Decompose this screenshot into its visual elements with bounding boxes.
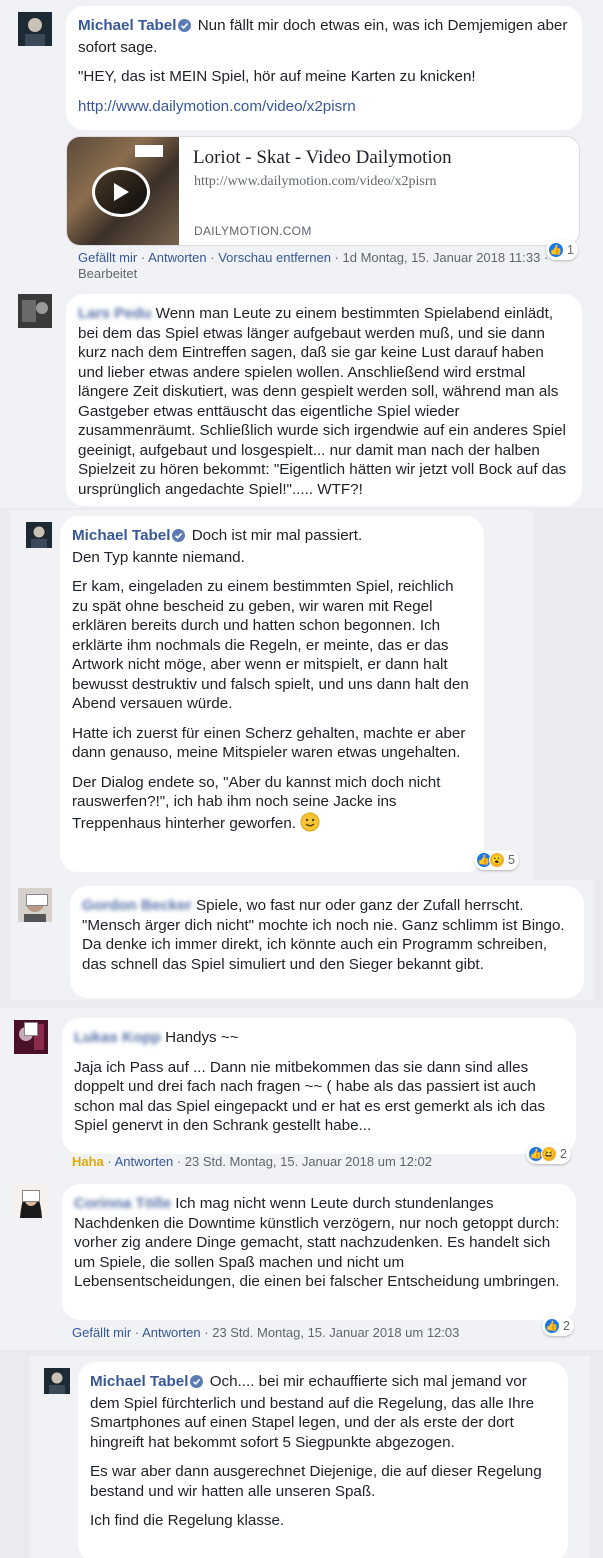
link-preview-card[interactable]: Loriot - Skat - Video Dailymotion http:/… bbox=[66, 136, 580, 246]
video-thumbnail[interactable] bbox=[67, 137, 179, 245]
avatar[interactable] bbox=[26, 522, 52, 548]
comment-meta: Gefällt mir · Antworten · Vorschau entfe… bbox=[78, 250, 549, 281]
preview-url: http://www.dailymotion.com/video/x2pisrn bbox=[194, 174, 437, 189]
edited-label: Bearbeitet bbox=[78, 266, 138, 281]
reaction-summary[interactable]: 👍 😮 5 bbox=[474, 850, 519, 870]
comment-text: Er kam, eingeladen zu einem bestimmten S… bbox=[72, 578, 469, 712]
wow-icon: 😮 bbox=[489, 852, 505, 868]
comment-bubble: Michael Tabel Och.... bei mir echauffier… bbox=[78, 1362, 568, 1558]
verified-badge-icon bbox=[172, 528, 186, 548]
reaction-summary[interactable]: 👍 😆 2 bbox=[526, 1144, 571, 1164]
author-name[interactable]: Lukas Kopp bbox=[74, 1029, 161, 1046]
smiley-emoji-icon bbox=[300, 812, 320, 832]
author-name[interactable]: Corinna Tölle bbox=[74, 1195, 171, 1212]
comment-text: Handys ~~ bbox=[165, 1029, 239, 1046]
comment-5: Lukas Kopp Handys ~~ Jaja ich Pass auf .… bbox=[0, 1008, 603, 1178]
comment-bubble: Lukas Kopp Handys ~~ Jaja ich Pass auf .… bbox=[62, 1018, 576, 1154]
haha-action[interactable]: Haha bbox=[72, 1154, 104, 1169]
author-name[interactable]: Michael Tabel bbox=[90, 1373, 188, 1390]
reply-action[interactable]: Antworten bbox=[148, 250, 207, 265]
comment-text: Hatte ich zuerst für einen Scherz gehalt… bbox=[72, 724, 466, 762]
avatar[interactable] bbox=[18, 12, 52, 46]
reaction-summary[interactable]: 👍 2 bbox=[542, 1316, 574, 1336]
comment-link[interactable]: http://www.dailymotion.com/video/x2pisrn bbox=[78, 98, 356, 115]
reaction-count: 5 bbox=[508, 853, 515, 867]
author-name[interactable]: Gordon Becker bbox=[82, 897, 192, 914]
comment-text: Wenn man Leute zu einem bestimmten Spiel… bbox=[78, 305, 567, 498]
avatar[interactable] bbox=[44, 1368, 70, 1394]
timestamp[interactable]: 23 Std. Montag, 15. Januar 2018 um 12:02 bbox=[185, 1154, 432, 1169]
preview-domain: DAILYMOTION.COM bbox=[194, 224, 312, 238]
comment-3: Michael Tabel Doch ist mir mal passiert.… bbox=[10, 510, 534, 880]
comment-text: Der Dialog endete so, "Aber du kannst mi… bbox=[72, 773, 441, 832]
author-name[interactable]: Lars Pedu bbox=[78, 305, 151, 322]
comment-text: "HEY, das ist MEIN Spiel, hör auf meine … bbox=[78, 68, 476, 85]
comment-meta: Gefällt mir · Antworten · 23 Std. Montag… bbox=[72, 1325, 460, 1340]
timestamp[interactable]: 23 Std. Montag, 15. Januar 2018 um 12:03 bbox=[212, 1325, 459, 1340]
comment-4: Gordon Becker Spiele, wo fast nur oder g… bbox=[10, 880, 594, 1000]
comment-bubble: Michael Tabel Doch ist mir mal passiert.… bbox=[60, 516, 484, 872]
comment-text: Ich find die Regelung klasse. bbox=[90, 1512, 285, 1529]
comment-text: Doch ist mir mal passiert. bbox=[191, 527, 363, 544]
reaction-count: 2 bbox=[563, 1319, 570, 1333]
reply-action[interactable]: Antworten bbox=[115, 1154, 174, 1169]
author-name[interactable]: Michael Tabel bbox=[78, 17, 176, 34]
comment-text: Den Typ kannte niemand. bbox=[72, 548, 245, 566]
haha-icon: 😆 bbox=[541, 1146, 557, 1162]
comment-7: Michael Tabel Och.... bei mir echauffier… bbox=[30, 1356, 590, 1558]
preview-title[interactable]: Loriot - Skat - Video Dailymotion bbox=[193, 147, 452, 169]
comment-bubble: Corinna Tölle Ich mag nicht wenn Leute d… bbox=[62, 1184, 576, 1320]
comment-text: Jaja ich Pass auf ... Dann nie mitbekomm… bbox=[74, 1058, 546, 1135]
comment-bubble: Lars Pedu Wenn man Leute zu einem bestim… bbox=[66, 294, 582, 506]
avatar[interactable] bbox=[18, 294, 52, 328]
comment-2: Lars Pedu Wenn man Leute zu einem bestim… bbox=[0, 286, 603, 508]
reaction-count: 2 bbox=[560, 1147, 567, 1161]
comment-6: Corinna Tölle Ich mag nicht wenn Leute d… bbox=[0, 1178, 603, 1350]
timestamp[interactable]: 1d Montag, 15. Januar 2018 11:33 bbox=[343, 250, 541, 265]
comment-bubble: Gordon Becker Spiele, wo fast nur oder g… bbox=[70, 886, 584, 998]
comment-text: Es war aber dann ausgerechnet Diejenige,… bbox=[90, 1463, 542, 1500]
comment-bubble: Michael Tabel Nun fällt mir doch etwas e… bbox=[66, 6, 582, 130]
verified-badge-icon bbox=[190, 1374, 204, 1394]
verified-badge-icon bbox=[178, 18, 192, 38]
comment-1: Michael Tabel Nun fällt mir doch etwas e… bbox=[0, 0, 603, 286]
like-action[interactable]: Gefällt mir bbox=[78, 250, 137, 265]
remove-preview-action[interactable]: Vorschau entfernen bbox=[218, 250, 331, 265]
like-action[interactable]: Gefällt mir bbox=[72, 1325, 131, 1340]
author-name[interactable]: Michael Tabel bbox=[72, 527, 170, 544]
like-icon: 👍 bbox=[544, 1318, 560, 1334]
reply-action[interactable]: Antworten bbox=[142, 1325, 201, 1340]
comment-meta: Haha · Antworten · 23 Std. Montag, 15. J… bbox=[72, 1154, 432, 1169]
play-icon[interactable] bbox=[92, 167, 150, 217]
